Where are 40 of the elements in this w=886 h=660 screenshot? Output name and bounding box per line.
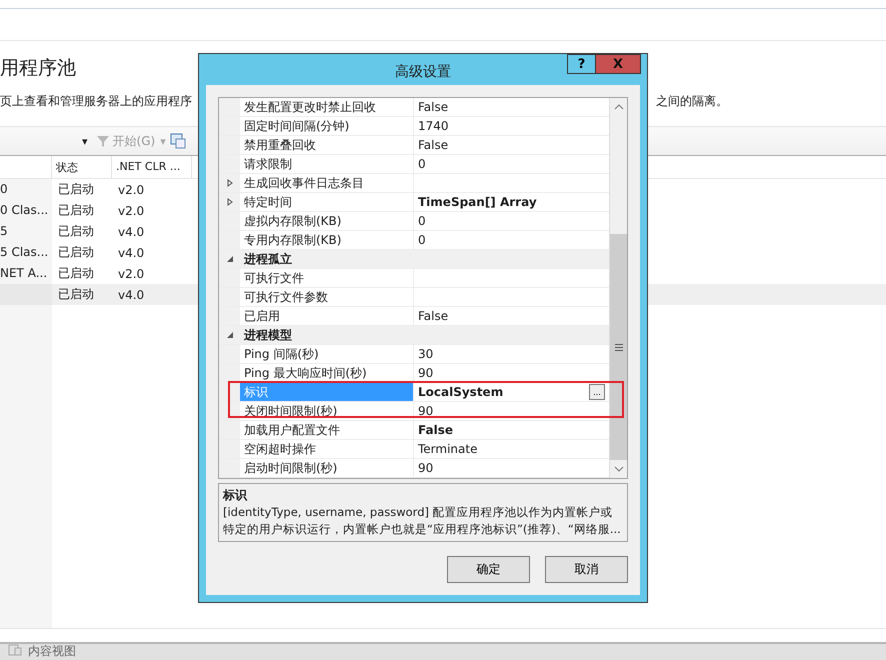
table-cell-text: 已启动 (57, 223, 95, 240)
property-value: 90 (418, 366, 434, 380)
table-cell: 0 Clas... (0, 200, 52, 221)
table-cell-text: 已启动 (57, 202, 95, 219)
property-value: 0 (418, 233, 426, 247)
property-value: TimeSpan[] Array (418, 195, 537, 209)
table-cell-text: 已启动 (57, 181, 95, 198)
property-value: False (418, 309, 448, 323)
property-value: 0 (418, 157, 426, 171)
description-text: [identityType, username, password] 配置应用程序池以作为内置帐户或特定的用户标识运行，内置帐户也就是“应用程序池标识”(推荐)、“网络服... (223, 504, 622, 538)
property-value: False (418, 423, 453, 437)
table-cell: NET A... (0, 263, 52, 284)
table-cell: 0 (0, 179, 52, 200)
property-value: LocalSystem (418, 385, 504, 399)
table-cell-text: v4.0 (117, 246, 146, 260)
table-cell: 5 (0, 221, 52, 242)
category-label: 进程孤立 (242, 251, 292, 268)
table-cell-text: v2.0 (117, 204, 146, 218)
property-value: False (418, 100, 448, 114)
property-value: 1740 (418, 119, 449, 133)
page-description: 页上查看和管理服务器上的应用程序 (0, 93, 193, 110)
table-cell-text: v2.0 (117, 266, 146, 280)
dialog-title: 高级设置 (395, 62, 451, 80)
property-value: Terminate (418, 442, 478, 456)
table-cell-text: v4.0 (117, 288, 146, 302)
property-value: 90 (418, 404, 434, 418)
page-description: 之间的隔离。 (656, 93, 728, 110)
property-value: 30 (418, 347, 434, 361)
property-value: 90 (418, 461, 434, 475)
table-cell-text: 已启动 (57, 244, 95, 261)
property-value: False (418, 138, 448, 152)
table-cell-text: 已启动 (57, 265, 95, 282)
table-cell-text: 已启动 (57, 286, 95, 303)
table-cell-text: v2.0 (117, 182, 146, 196)
category-label: 进程模型 (242, 327, 292, 344)
property-value: 0 (418, 214, 426, 228)
description-title: 标识 (223, 487, 248, 504)
page-title: 用程序池 (0, 56, 76, 81)
table-cell-text: v4.0 (117, 224, 146, 238)
table-cell: 5 Clas... (0, 242, 52, 263)
